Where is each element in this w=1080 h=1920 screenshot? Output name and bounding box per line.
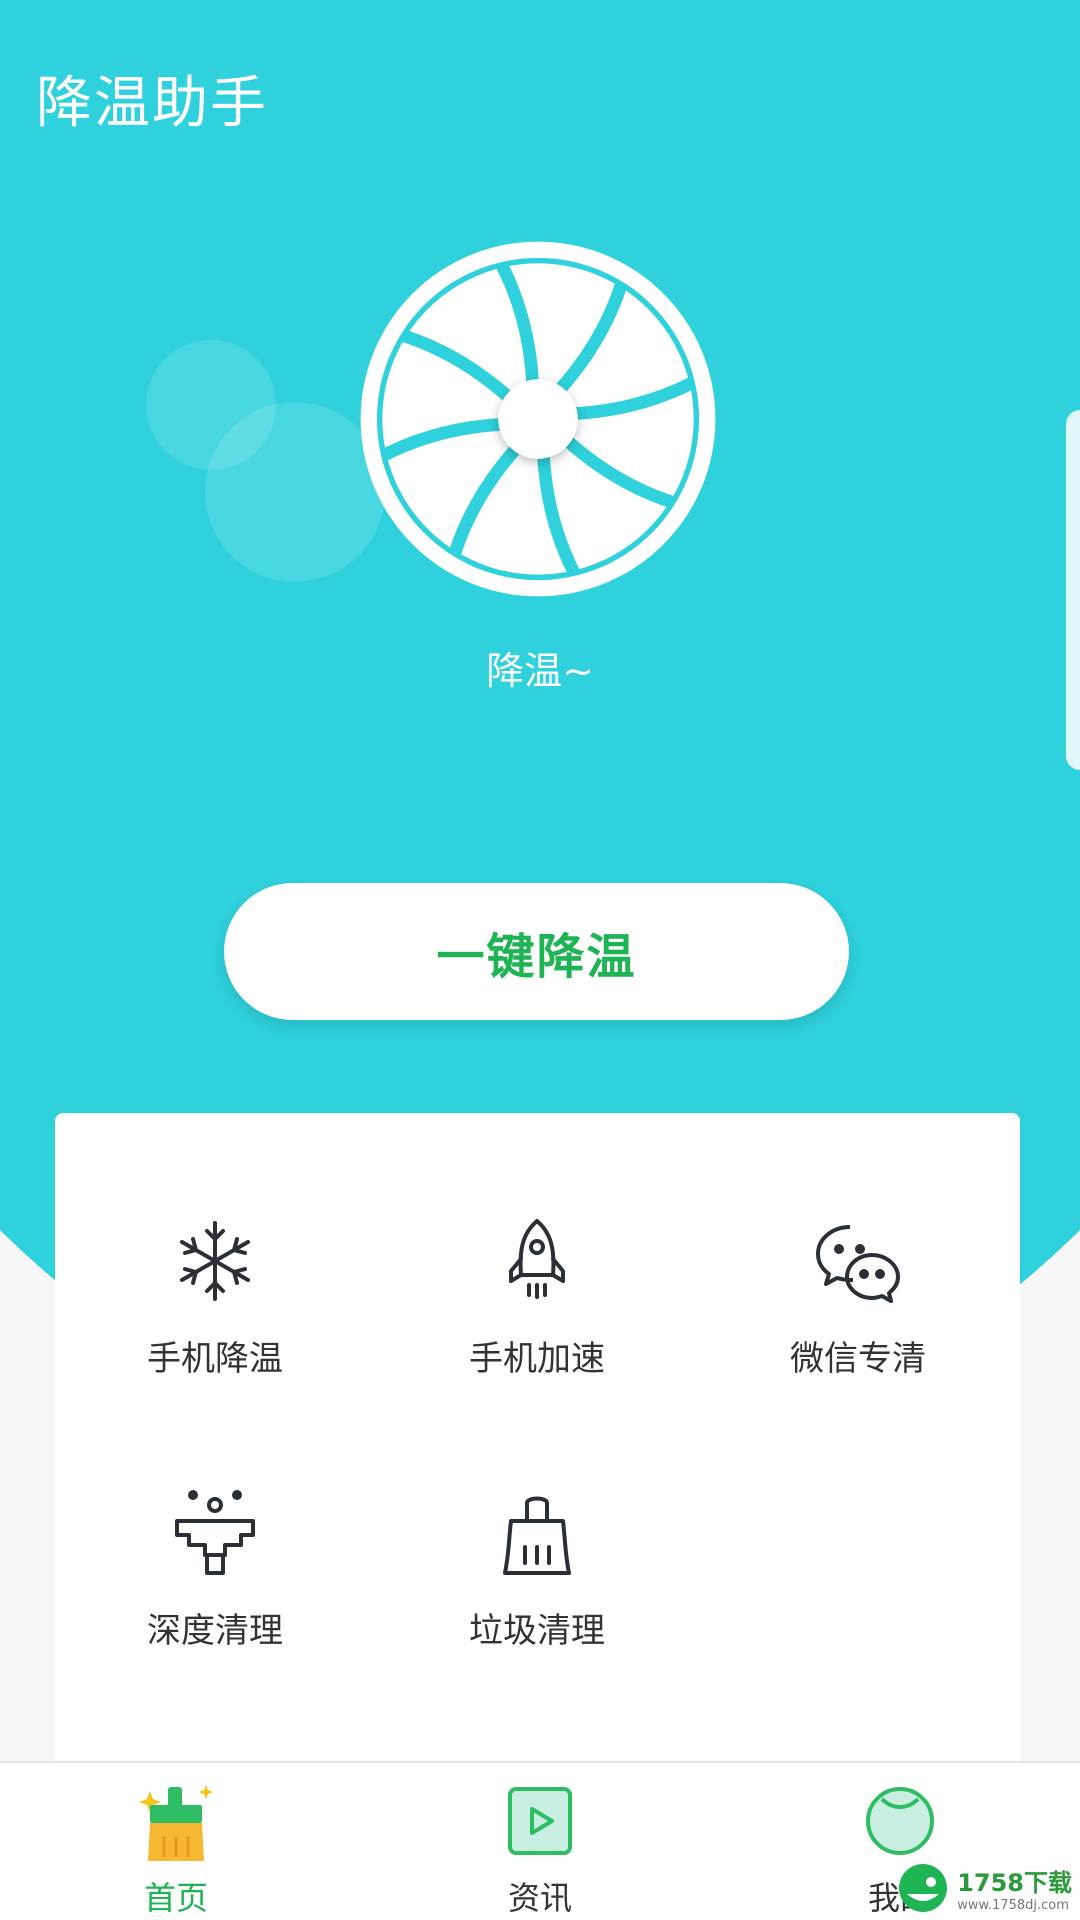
fan-icon[interactable] [357, 238, 719, 600]
video-icon [508, 1787, 572, 1855]
tool-label: 深度清理 [147, 1611, 283, 1651]
bottom-navigation: 首页 资讯 我的 1758下载 www.1758dj.com [0, 1761, 1080, 1920]
tool-deep-clean[interactable]: 深度清理 [55, 1485, 375, 1652]
broom-icon [503, 1496, 571, 1575]
one-tap-cool-button[interactable]: 一键降温 [224, 883, 849, 1020]
nav-home[interactable]: 首页 [76, 1763, 276, 1920]
deep-clean-icon [175, 1490, 255, 1575]
nav-label: 首页 [143, 1879, 208, 1917]
tool-phone-boost[interactable]: 手机加速 [377, 1213, 697, 1380]
tool-junk-clean[interactable]: 垃圾清理 [377, 1485, 697, 1652]
watermark-logo-icon [899, 1864, 948, 1912]
snowflake-icon [180, 1221, 250, 1301]
tools-card: 手机降温 手机加速 微信专清 深度清理 垃圾清理 [55, 1113, 1020, 1773]
tool-label: 垃圾清理 [469, 1611, 605, 1651]
watermark-text: 1758下载 [957, 1869, 1072, 1897]
cooling-status-text: 降温~ [486, 649, 594, 693]
tool-label: 手机加速 [469, 1339, 605, 1379]
tool-label: 微信专清 [790, 1339, 926, 1379]
tool-label: 手机降温 [147, 1339, 283, 1379]
tool-wechat-clean[interactable]: 微信专清 [698, 1213, 1018, 1380]
watermark-url: www.1758dj.com [957, 1898, 1069, 1913]
profile-icon [866, 1787, 934, 1855]
home-broom-icon [139, 1785, 213, 1861]
rocket-icon [509, 1219, 565, 1299]
nav-news[interactable]: 资讯 [440, 1763, 640, 1920]
tool-phone-cooling[interactable]: 手机降温 [55, 1213, 375, 1380]
app-screen: 降温助手 降温~ 一键降温 手机降温 手机加速 微信专清 深度清理 垃圾清理 首… [0, 0, 1080, 1920]
side-drawer-handle[interactable] [1066, 410, 1080, 770]
site-watermark: 1758下载 www.1758dj.com [897, 1862, 1072, 1914]
wechat-icon [816, 1225, 900, 1303]
nav-label: 资讯 [507, 1879, 572, 1917]
app-title: 降温助手 [36, 71, 268, 136]
